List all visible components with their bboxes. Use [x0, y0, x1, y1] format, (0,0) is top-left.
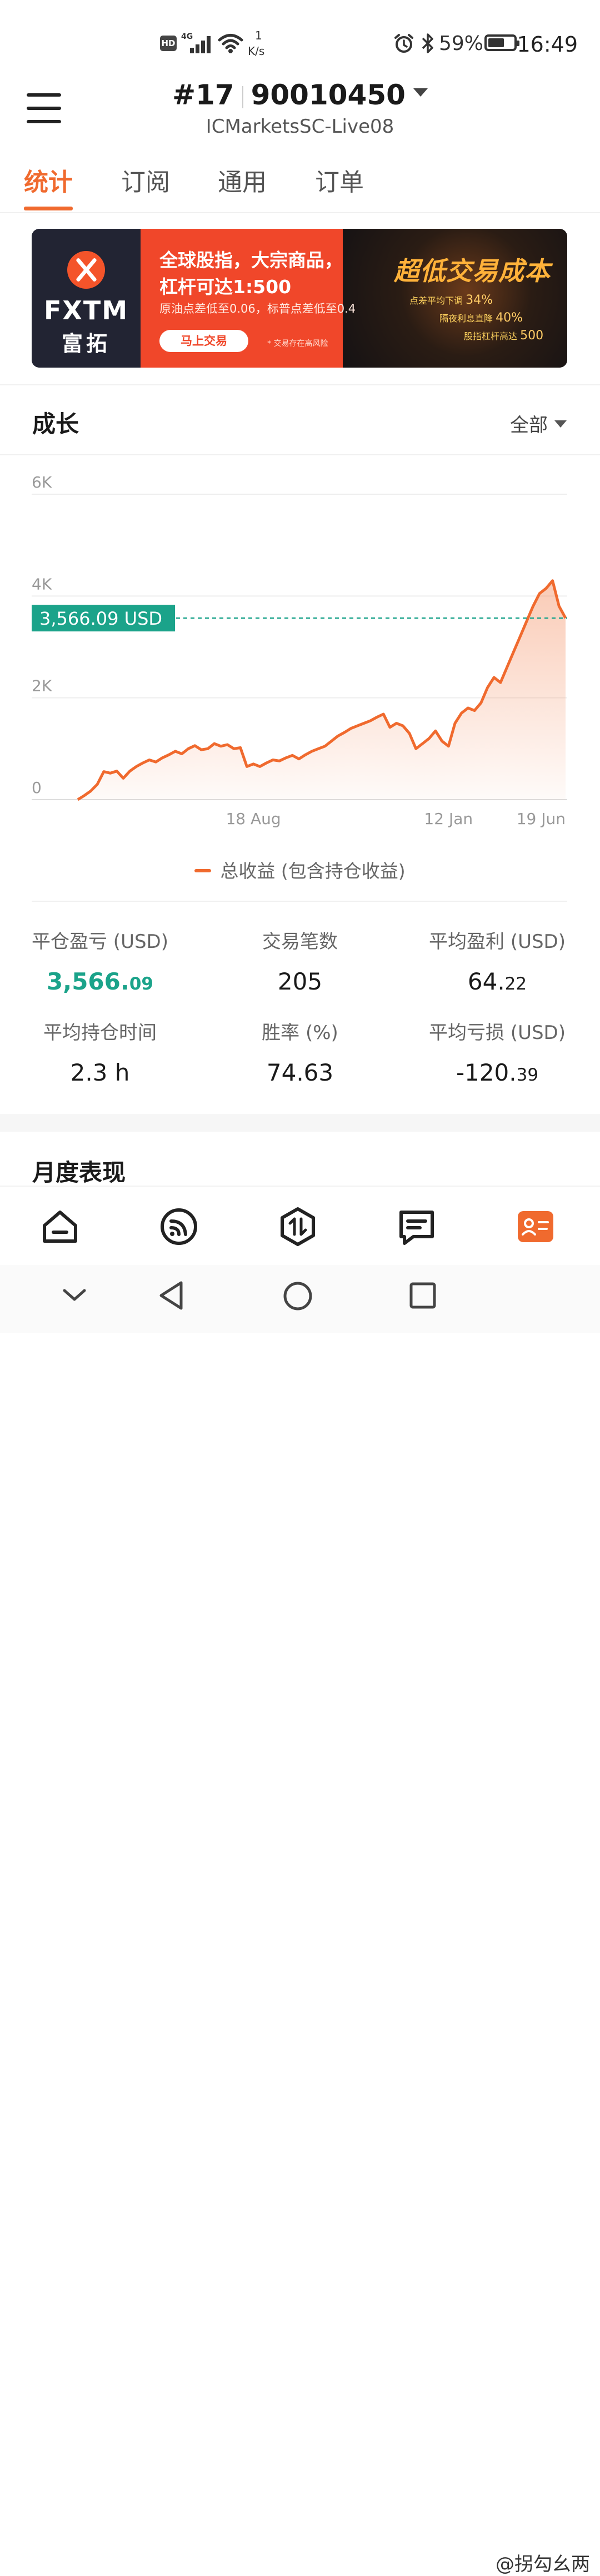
stat-value: 64.22 [467, 968, 527, 995]
nav-messages[interactable] [397, 1207, 437, 1247]
y-tick-label: 6K [32, 473, 52, 491]
title-separator [242, 86, 243, 108]
stat-value: 74.63 [266, 1059, 334, 1086]
account-id: 90010450 [251, 79, 406, 111]
y-tick-label: 2K [32, 677, 52, 695]
tab-subscribe[interactable]: 订阅 [121, 162, 170, 198]
battery-percent: 59% [439, 32, 484, 55]
stat-label: 平均持仓时间 [43, 1022, 157, 1044]
banner-trade-button[interactable]: 马上交易 [159, 330, 248, 352]
back-icon[interactable] [157, 1279, 184, 1312]
battery-icon [484, 34, 519, 51]
legend-swatch [194, 868, 212, 872]
current-value-tag: 3,566.09 USD [32, 605, 175, 632]
stat-label: 平均盈利 (USD) [429, 931, 566, 953]
stat-label: 平均亏损 (USD) [429, 1022, 566, 1044]
banner-brand: FXTM [43, 295, 129, 325]
signal-icon [190, 36, 211, 53]
hd-icon: HD [160, 36, 177, 51]
account-server: ICMarketsSC-Live08 [206, 116, 394, 138]
x-tick-label: 19 Jun [517, 810, 566, 828]
recents-icon[interactable] [409, 1282, 437, 1309]
banner-headline: 超低交易成本 [394, 256, 551, 286]
y-tick-label: 4K [32, 575, 52, 593]
monthly-title: 月度表现 [32, 1159, 126, 1186]
section-divider [0, 384, 600, 385]
home-icon [43, 1211, 77, 1243]
section-divider [32, 901, 567, 902]
profile-card-icon [518, 1211, 553, 1242]
messages-icon [399, 1211, 434, 1245]
wifi-icon [218, 34, 243, 53]
stat-avg-loss: 平均亏损 (USD) -120.39 [403, 1017, 592, 1086]
stat-win-rate: 胜率 (%) 74.63 [206, 1017, 394, 1086]
chevron-down-icon [413, 88, 428, 97]
x-tick-label: 18 Aug [226, 810, 281, 828]
tab-general[interactable]: 通用 [218, 162, 267, 198]
banner-line1: 全球股指，大宗商品， [159, 249, 343, 271]
net-speed-value: 1 [255, 29, 262, 42]
alarm-icon [394, 34, 413, 53]
nav-signals[interactable] [159, 1207, 199, 1247]
stat-value: 2.3 h [70, 1059, 130, 1086]
active-tab-indicator [24, 207, 73, 210]
bottom-nav [0, 1186, 600, 1264]
section-gap [0, 1114, 600, 1132]
stat-trade-count: 交易笔数 205 [206, 926, 394, 995]
stat-avg-profit: 平均盈利 (USD) 64.22 [403, 926, 592, 995]
tab-bar: 统计 订阅 通用 订单 [0, 162, 600, 213]
signal-feed-icon [161, 1208, 197, 1245]
current-value-label: 3,566.09 USD [39, 608, 162, 629]
growth-title: 成长 [32, 410, 79, 438]
status-bar: HD 4G 1 K/s 59% 16:49 [0, 0, 600, 83]
tab-statistics[interactable]: 统计 [24, 162, 73, 198]
account-rank: #17 [172, 79, 234, 111]
range-filter-label: 全部 [510, 414, 548, 436]
stat-avg-hold-time: 平均持仓时间 2.3 h [6, 1017, 194, 1086]
stat-value: 205 [277, 968, 323, 995]
banner-line2: 杠杆可达1:500 [159, 276, 292, 298]
growth-chart[interactable]: 3,566.09 USD 0 2K 4K 6K 18 Aug 12 Jan 19 Jun [0, 455, 600, 833]
banner-promo-2: 隔夜利息直降 40% [439, 311, 523, 325]
banner-risk-note: * 交易存在高风险 [267, 339, 328, 348]
range-filter[interactable]: 全部 [510, 410, 567, 437]
bluetooth-icon [422, 33, 433, 53]
ad-banner[interactable]: FXTM 富拓 全球股指，大宗商品， 杠杆可达1:500 原油点差低至0.06，… [32, 229, 567, 368]
banner-promo-3: 股指杠杆高达 500 [464, 329, 544, 343]
nav-profile[interactable] [516, 1207, 556, 1247]
collapse-icon[interactable] [62, 1287, 87, 1303]
y-tick-label: 0 [32, 779, 42, 797]
fxtm-logo-icon [67, 251, 105, 289]
trade-icon [281, 1207, 315, 1246]
stat-value: 3,566.09 [47, 968, 153, 995]
banner-promo-1: 点差平均下调 34% [409, 293, 493, 307]
stat-label: 胜率 (%) [262, 1022, 338, 1044]
chart-legend: 总收益 (包含持仓收益) [0, 856, 600, 883]
system-nav-bar: @拐勾幺两 [0, 1265, 600, 2575]
nav-home[interactable] [40, 1207, 80, 1247]
chevron-down-icon [554, 420, 567, 428]
x-tick-label: 12 Jan [424, 810, 473, 828]
stat-label: 平仓盈亏 (USD) [32, 931, 168, 953]
banner-logo-panel: FXTM 富拓 [32, 229, 141, 368]
watermark: @拐勾幺两 [496, 2553, 590, 2575]
net-speed-unit: K/s [248, 44, 265, 58]
stat-label: 交易笔数 [262, 931, 338, 953]
banner-brand-cn: 富拓 [61, 332, 111, 356]
banner-line3: 原油点差低至0.06，标普点差低至0.4 [159, 302, 356, 315]
account-selector[interactable]: #17 90010450 [0, 79, 600, 111]
clock: 16:49 [517, 32, 578, 57]
legend-label: 总收益 (包含持仓收益) [220, 860, 406, 882]
stat-closed-pnl: 平仓盈亏 (USD) 3,566.09 [6, 926, 194, 995]
stat-value: -120.39 [456, 1059, 539, 1086]
home-nav-icon[interactable] [282, 1281, 313, 1312]
nav-trade[interactable] [278, 1207, 318, 1247]
tab-orders[interactable]: 订单 [315, 162, 364, 198]
